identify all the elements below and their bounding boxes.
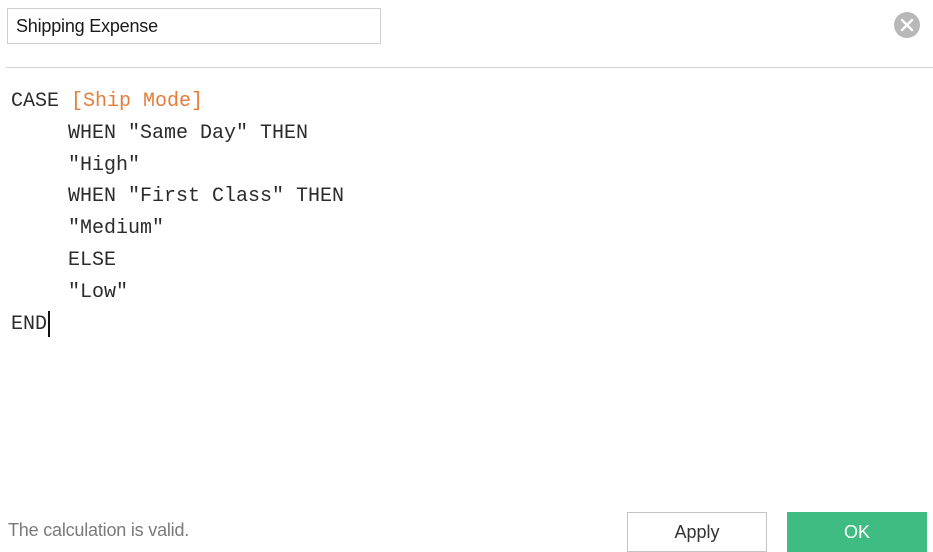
code-line: WHEN "First Class" THEN [11,181,933,213]
code-line: "Medium" [11,213,933,245]
when-first-class-clause: WHEN "First Class" THEN [68,185,345,209]
code-line: "High" [11,150,933,182]
result-low: "Low" [68,280,129,304]
code-line: ELSE [11,245,933,277]
code-line: "Low" [11,277,933,309]
ok-button[interactable]: OK [787,512,927,552]
apply-button[interactable]: Apply [627,512,767,552]
text-cursor [48,311,51,338]
validation-status: The calculation is valid. [8,520,190,540]
result-medium: "Medium" [68,217,165,241]
result-high: "High" [68,153,141,177]
case-keyword: CASE [11,90,72,113]
field-reference-ship-mode: [Ship Mode] [71,90,204,113]
close-icon[interactable] [894,12,920,38]
header-divider [6,67,933,68]
else-keyword: ELSE [68,248,117,272]
close-x-glyph [900,18,914,32]
formula-editor[interactable]: CASE [Ship Mode] WHEN "Same Day" THEN "H… [0,86,933,446]
code-line: WHEN "Same Day" THEN [11,118,933,150]
code-line: END [11,309,933,341]
code-line: CASE [Ship Mode] [11,86,933,118]
end-keyword: END [11,312,48,336]
when-same-day-clause: WHEN "Same Day" THEN [68,121,309,145]
calculation-name-input[interactable] [7,8,381,44]
